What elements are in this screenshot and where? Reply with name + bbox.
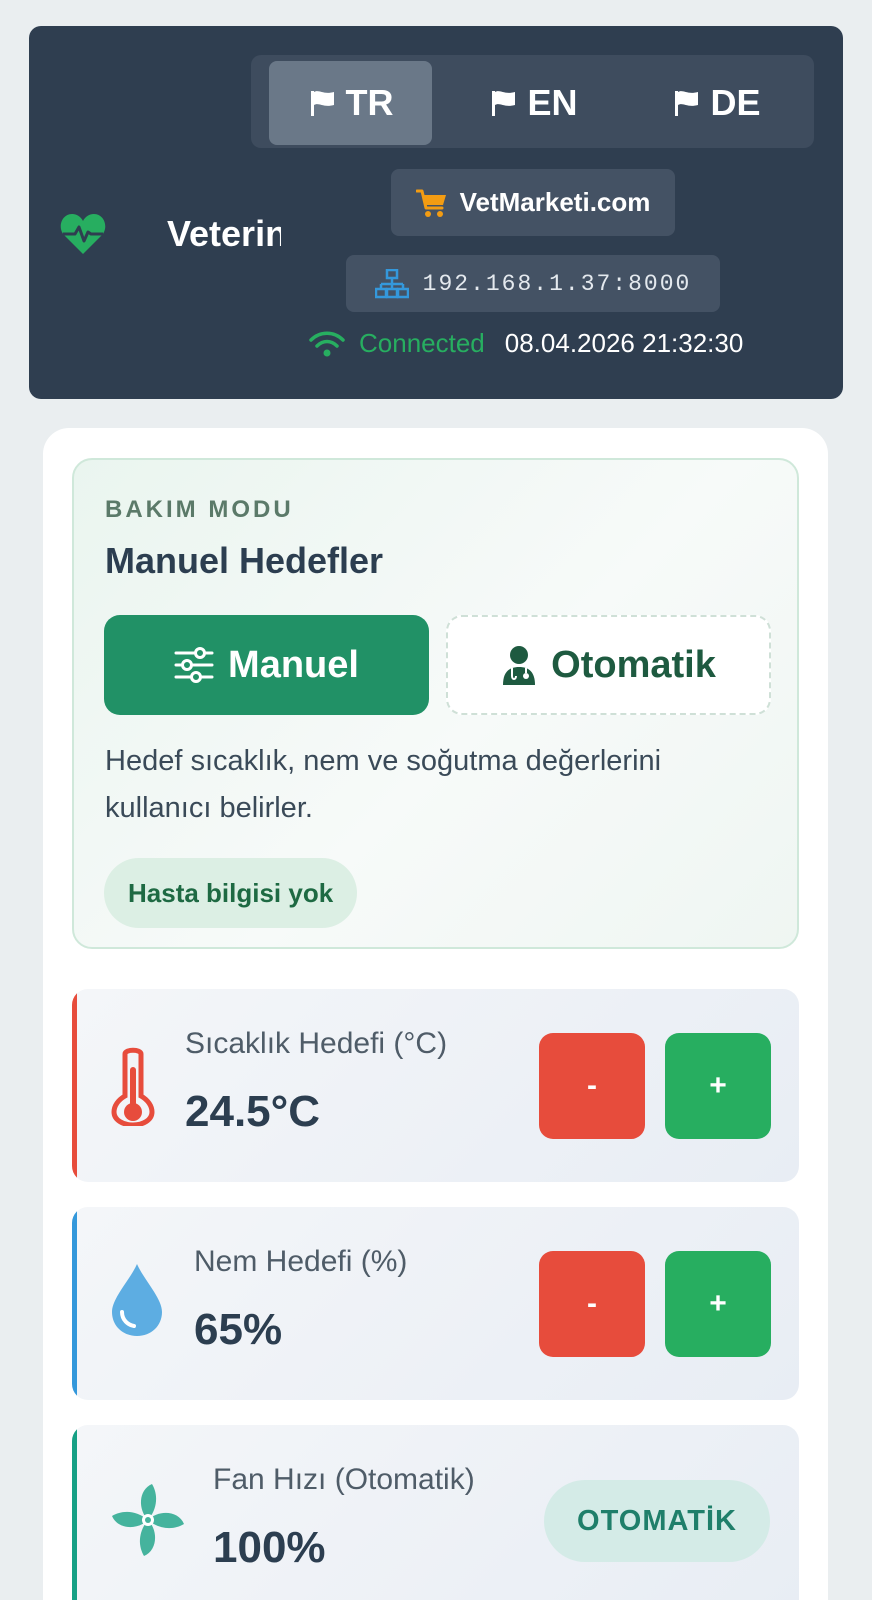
lang-button-tr[interactable]: TR (269, 61, 432, 145)
temperature-increase-button[interactable]: + (665, 1033, 771, 1139)
lang-label-de: DE (710, 82, 761, 123)
lang-label-tr: TR (345, 82, 394, 123)
brand-name: Veterin (167, 213, 281, 254)
humidity-label: Nem Hedefi (%) (194, 1245, 408, 1278)
main-card: BAKIM MODU Manuel Hedefler Manuel Otomat… (43, 428, 828, 1600)
ip-address-box: 192.168.1.37:8000 (346, 255, 720, 312)
doctor-icon (503, 646, 536, 685)
humidity-increase-button[interactable]: + (665, 1251, 771, 1357)
manual-mode-button[interactable]: Manuel (104, 615, 429, 715)
automatic-mode-label: Otomatik (551, 643, 716, 686)
humidity-decrease-button[interactable]: - (539, 1251, 645, 1357)
patient-status-badge: Hasta bilgisi yok (104, 858, 358, 928)
care-mode-panel: BAKIM MODU Manuel Hedefler Manuel Otomat… (72, 458, 799, 949)
flag-icon (492, 91, 516, 116)
connection-status-text: Connected (359, 328, 485, 358)
temperature-value: 24.5°C (185, 1087, 321, 1136)
shopping-cart-icon (415, 189, 446, 217)
sliders-icon (174, 647, 214, 683)
lang-button-de[interactable]: DE (635, 61, 798, 145)
market-link-label: VetMarketi.com (459, 187, 651, 217)
brand[interactable]: Veterin (59, 212, 281, 256)
fan-speed-label: Fan Hızı (Otomatik) (213, 1463, 475, 1496)
fan-speed-value: 100% (213, 1523, 326, 1572)
automatic-mode-button[interactable]: Otomatik (446, 615, 771, 715)
connection-status: Connected 08.04.2026 21:32:30 (309, 328, 743, 359)
care-mode-title: Manuel Hedefler (105, 540, 384, 581)
lang-label-en: EN (527, 82, 578, 123)
temperature-target-card: Sıcaklık Hedefi (°C) 24.5°C - + (72, 989, 799, 1182)
care-mode-kicker: BAKIM MODU (105, 496, 294, 523)
thermometer-icon (111, 1047, 155, 1126)
manual-mode-label: Manuel (228, 643, 359, 686)
heart-pulse-icon (60, 214, 106, 254)
market-link-button[interactable]: VetMarketi.com (391, 169, 675, 236)
lang-button-en[interactable]: EN (452, 61, 615, 145)
humidity-value: 65% (194, 1305, 283, 1354)
flag-icon (310, 91, 334, 116)
temperature-decrease-button[interactable]: - (539, 1033, 645, 1139)
current-datetime: 08.04.2026 21:32:30 (504, 328, 744, 358)
water-drop-icon (112, 1264, 162, 1336)
temperature-label: Sıcaklık Hedefi (°C) (185, 1027, 448, 1060)
care-mode-description: Hedef sıcaklık, nem ve soğutma değerleri… (105, 745, 662, 824)
fan-speed-card: Fan Hızı (Otomatik) 100% OTOMATİK (72, 1425, 799, 1600)
app-header: Veterin TR EN DE VetMarketi.com 192.168.… (29, 26, 843, 399)
ip-address: 192.168.1.37:8000 (422, 270, 692, 297)
fan-auto-mode-badge[interactable]: OTOMATİK (544, 1480, 770, 1562)
flag-icon (675, 91, 699, 116)
wifi-icon (309, 331, 345, 356)
language-switcher: TR EN DE (251, 55, 814, 148)
network-icon (374, 268, 409, 298)
humidity-target-card: Nem Hedefi (%) 65% - + (72, 1207, 799, 1400)
fan-icon (112, 1484, 184, 1556)
